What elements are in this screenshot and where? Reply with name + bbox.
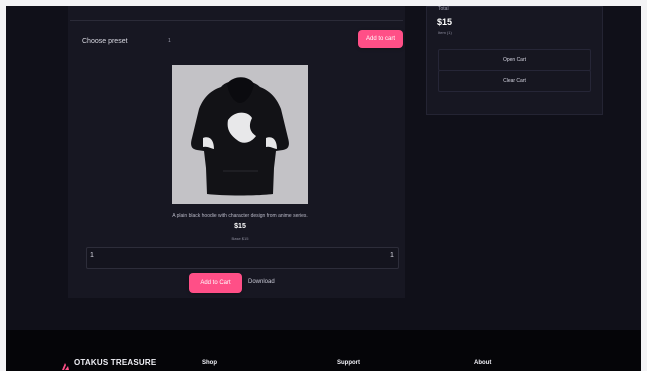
footer-brand[interactable]: OTAKUS TREASURE — [61, 358, 157, 370]
brand-name: OTAKUS TREASURE — [74, 358, 157, 367]
cart-total-price: $15 — [437, 17, 453, 27]
top-divider — [70, 6, 403, 21]
product-price: $15 — [234, 223, 246, 230]
slider-right-value: 1 — [390, 252, 394, 259]
preset-row: Choose preset 1 — [82, 29, 402, 53]
brand-logo-shape — [62, 363, 69, 370]
preset-select[interactable]: 1 — [168, 38, 173, 44]
hoodie-image — [172, 65, 308, 204]
footer-link-about[interactable]: About — [474, 360, 491, 366]
product-subprice: Base $15 — [231, 236, 249, 241]
product-description: A plain black hoodie with character desi… — [172, 213, 308, 219]
add-to-cart-top-button[interactable]: Add to cart — [358, 30, 403, 48]
preset-label: Choose preset — [82, 37, 128, 45]
app-window: Choose preset 1 Add to cart A plain blac… — [6, 6, 641, 371]
download-link[interactable]: Download — [248, 279, 292, 285]
brand-logo-icon — [61, 358, 70, 370]
clear-cart-button[interactable]: Clear Cart — [438, 70, 591, 92]
product-image — [172, 65, 308, 204]
footer-link-shop[interactable]: Shop — [202, 360, 217, 366]
slider-left-value: 1 — [90, 252, 94, 259]
open-cart-button[interactable]: Open Cart — [438, 49, 591, 71]
add-to-cart-button[interactable]: Add to Cart — [189, 273, 242, 293]
cart-total-label: Total — [438, 6, 449, 12]
cart-item-count: Item (1) — [438, 30, 452, 35]
footer-link-support[interactable]: Support — [337, 360, 360, 366]
quantity-slider[interactable] — [86, 247, 399, 269]
